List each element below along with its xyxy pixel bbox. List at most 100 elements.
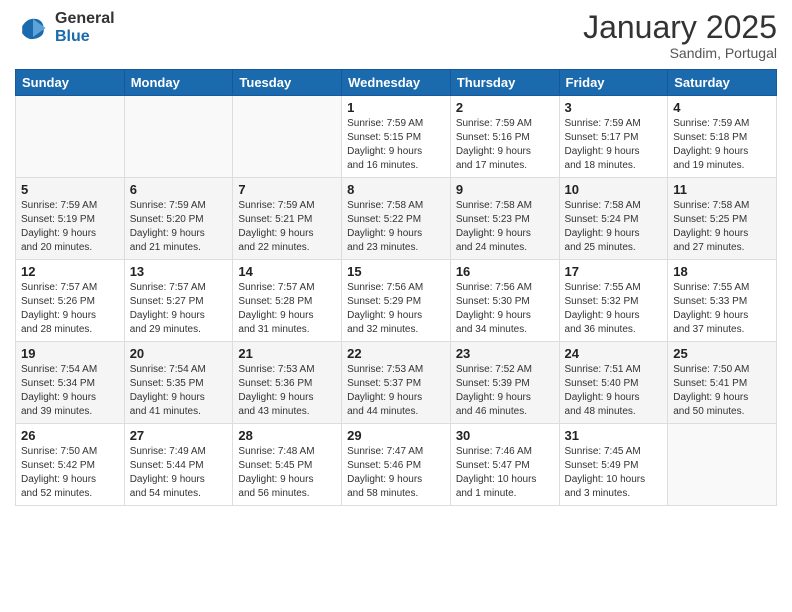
day-number: 13: [130, 264, 228, 279]
calendar-cell: 26 Sunrise: 7:50 AM Sunset: 5:42 PM Dayli…: [16, 424, 125, 506]
day-number: 5: [21, 182, 119, 197]
day-number: 8: [347, 182, 445, 197]
weekday-header: Wednesday: [342, 70, 451, 96]
calendar-cell: 17 Sunrise: 7:55 AM Sunset: 5:32 PM Dayli…: [559, 260, 668, 342]
calendar-cell: 19 Sunrise: 7:54 AM Sunset: 5:34 PM Dayli…: [16, 342, 125, 424]
day-number: 25: [673, 346, 771, 361]
calendar-cell: 1 Sunrise: 7:59 AM Sunset: 5:15 PM Daylig…: [342, 96, 451, 178]
location-subtitle: Sandim, Portugal: [583, 45, 777, 61]
day-info: Sunrise: 7:56 AM Sunset: 5:30 PM Dayligh…: [456, 281, 554, 337]
day-info: Sunrise: 7:45 AM Sunset: 5:49 PM Dayligh…: [565, 445, 663, 501]
day-number: 17: [565, 264, 663, 279]
day-info: Sunrise: 7:57 AM Sunset: 5:27 PM Dayligh…: [130, 281, 228, 337]
day-info: Sunrise: 7:51 AM Sunset: 5:40 PM Dayligh…: [565, 363, 663, 419]
day-number: 15: [347, 264, 445, 279]
calendar-cell: [16, 96, 125, 178]
logo-general: General: [55, 10, 115, 28]
day-number: 31: [565, 428, 663, 443]
calendar-cell: 30Sunrise: 7:46 AM Sunset: 5:47 PM Dayli…: [450, 424, 559, 506]
calendar-cell: 24Sunrise: 7:51 AM Sunset: 5:40 PM Dayli…: [559, 342, 668, 424]
calendar-cell: 11 Sunrise: 7:58 AM Sunset: 5:25 PM Dayli…: [668, 178, 777, 260]
day-info: Sunrise: 7:59 AM Sunset: 5:15 PM Dayligh…: [347, 117, 445, 173]
weekday-header: Sunday: [16, 70, 125, 96]
calendar-header: SundayMondayTuesdayWednesdayThursdayFrid…: [16, 70, 777, 96]
day-info: Sunrise: 7:59 AM Sunset: 5:18 PM Dayligh…: [673, 117, 771, 173]
day-number: 22: [347, 346, 445, 361]
day-info: Sunrise: 7:59 AM Sunset: 5:19 PM Dayligh…: [21, 199, 119, 255]
calendar-cell: 12 Sunrise: 7:57 AM Sunset: 5:26 PM Dayli…: [16, 260, 125, 342]
day-number: 27: [130, 428, 228, 443]
calendar-cell: 3Sunrise: 7:59 AM Sunset: 5:17 PM Daylig…: [559, 96, 668, 178]
calendar-cell: 7Sunrise: 7:59 AM Sunset: 5:21 PM Daylig…: [233, 178, 342, 260]
day-number: 18: [673, 264, 771, 279]
day-info: Sunrise: 7:54 AM Sunset: 5:34 PM Dayligh…: [21, 363, 119, 419]
calendar-cell: 28 Sunrise: 7:48 AM Sunset: 5:45 PM Dayli…: [233, 424, 342, 506]
day-info: Sunrise: 7:46 AM Sunset: 5:47 PM Dayligh…: [456, 445, 554, 501]
calendar-cell: 27 Sunrise: 7:49 AM Sunset: 5:44 PM Dayli…: [124, 424, 233, 506]
day-number: 21: [238, 346, 336, 361]
weekday-header: Tuesday: [233, 70, 342, 96]
month-title: January 2025: [583, 10, 777, 45]
day-number: 19: [21, 346, 119, 361]
calendar-week: 19 Sunrise: 7:54 AM Sunset: 5:34 PM Dayli…: [16, 342, 777, 424]
calendar-week: 26 Sunrise: 7:50 AM Sunset: 5:42 PM Dayli…: [16, 424, 777, 506]
day-info: Sunrise: 7:55 AM Sunset: 5:33 PM Dayligh…: [673, 281, 771, 337]
day-number: 29: [347, 428, 445, 443]
day-number: 1: [347, 100, 445, 115]
calendar-cell: 22 Sunrise: 7:53 AM Sunset: 5:37 PM Dayli…: [342, 342, 451, 424]
day-info: Sunrise: 7:58 AM Sunset: 5:25 PM Dayligh…: [673, 199, 771, 255]
day-number: 26: [21, 428, 119, 443]
calendar-cell: 2Sunrise: 7:59 AM Sunset: 5:16 PM Daylig…: [450, 96, 559, 178]
day-info: Sunrise: 7:53 AM Sunset: 5:36 PM Dayligh…: [238, 363, 336, 419]
weekday-header: Friday: [559, 70, 668, 96]
calendar-body: 1 Sunrise: 7:59 AM Sunset: 5:15 PM Daylig…: [16, 96, 777, 506]
day-info: Sunrise: 7:55 AM Sunset: 5:32 PM Dayligh…: [565, 281, 663, 337]
day-info: Sunrise: 7:47 AM Sunset: 5:46 PM Dayligh…: [347, 445, 445, 501]
calendar-cell: 5 Sunrise: 7:59 AM Sunset: 5:19 PM Daylig…: [16, 178, 125, 260]
calendar-cell: 15 Sunrise: 7:56 AM Sunset: 5:29 PM Dayli…: [342, 260, 451, 342]
calendar-cell: [233, 96, 342, 178]
day-number: 6: [130, 182, 228, 197]
day-info: Sunrise: 7:53 AM Sunset: 5:37 PM Dayligh…: [347, 363, 445, 419]
day-info: Sunrise: 7:57 AM Sunset: 5:26 PM Dayligh…: [21, 281, 119, 337]
day-number: 23: [456, 346, 554, 361]
calendar-cell: 9 Sunrise: 7:58 AM Sunset: 5:23 PM Daylig…: [450, 178, 559, 260]
title-block: January 2025 Sandim, Portugal: [583, 10, 777, 61]
day-info: Sunrise: 7:50 AM Sunset: 5:42 PM Dayligh…: [21, 445, 119, 501]
calendar-cell: 8Sunrise: 7:58 AM Sunset: 5:22 PM Daylig…: [342, 178, 451, 260]
day-info: Sunrise: 7:52 AM Sunset: 5:39 PM Dayligh…: [456, 363, 554, 419]
day-number: 11: [673, 182, 771, 197]
calendar-cell: 10Sunrise: 7:58 AM Sunset: 5:24 PM Dayli…: [559, 178, 668, 260]
calendar-cell: 14Sunrise: 7:57 AM Sunset: 5:28 PM Dayli…: [233, 260, 342, 342]
day-info: Sunrise: 7:54 AM Sunset: 5:35 PM Dayligh…: [130, 363, 228, 419]
day-info: Sunrise: 7:49 AM Sunset: 5:44 PM Dayligh…: [130, 445, 228, 501]
day-info: Sunrise: 7:57 AM Sunset: 5:28 PM Dayligh…: [238, 281, 336, 337]
day-number: 9: [456, 182, 554, 197]
calendar-cell: 6 Sunrise: 7:59 AM Sunset: 5:20 PM Daylig…: [124, 178, 233, 260]
day-info: Sunrise: 7:59 AM Sunset: 5:20 PM Dayligh…: [130, 199, 228, 255]
day-info: Sunrise: 7:59 AM Sunset: 5:21 PM Dayligh…: [238, 199, 336, 255]
day-info: Sunrise: 7:58 AM Sunset: 5:23 PM Dayligh…: [456, 199, 554, 255]
day-number: 28: [238, 428, 336, 443]
weekday-header: Monday: [124, 70, 233, 96]
weekday-row: SundayMondayTuesdayWednesdayThursdayFrid…: [16, 70, 777, 96]
weekday-header: Saturday: [668, 70, 777, 96]
header: General Blue January 2025 Sandim, Portug…: [15, 10, 777, 61]
day-info: Sunrise: 7:59 AM Sunset: 5:17 PM Dayligh…: [565, 117, 663, 173]
day-info: Sunrise: 7:48 AM Sunset: 5:45 PM Dayligh…: [238, 445, 336, 501]
day-number: 16: [456, 264, 554, 279]
day-info: Sunrise: 7:56 AM Sunset: 5:29 PM Dayligh…: [347, 281, 445, 337]
day-info: Sunrise: 7:58 AM Sunset: 5:24 PM Dayligh…: [565, 199, 663, 255]
day-info: Sunrise: 7:50 AM Sunset: 5:41 PM Dayligh…: [673, 363, 771, 419]
logo: General Blue: [15, 10, 115, 46]
calendar-cell: 18 Sunrise: 7:55 AM Sunset: 5:33 PM Dayli…: [668, 260, 777, 342]
day-number: 20: [130, 346, 228, 361]
calendar-week: 12 Sunrise: 7:57 AM Sunset: 5:26 PM Dayli…: [16, 260, 777, 342]
calendar-cell: [124, 96, 233, 178]
calendar-cell: 20 Sunrise: 7:54 AM Sunset: 5:35 PM Dayli…: [124, 342, 233, 424]
calendar-cell: 21 Sunrise: 7:53 AM Sunset: 5:36 PM Dayli…: [233, 342, 342, 424]
day-number: 12: [21, 264, 119, 279]
calendar-cell: 29 Sunrise: 7:47 AM Sunset: 5:46 PM Dayli…: [342, 424, 451, 506]
logo-blue: Blue: [55, 28, 115, 46]
calendar-cell: [668, 424, 777, 506]
